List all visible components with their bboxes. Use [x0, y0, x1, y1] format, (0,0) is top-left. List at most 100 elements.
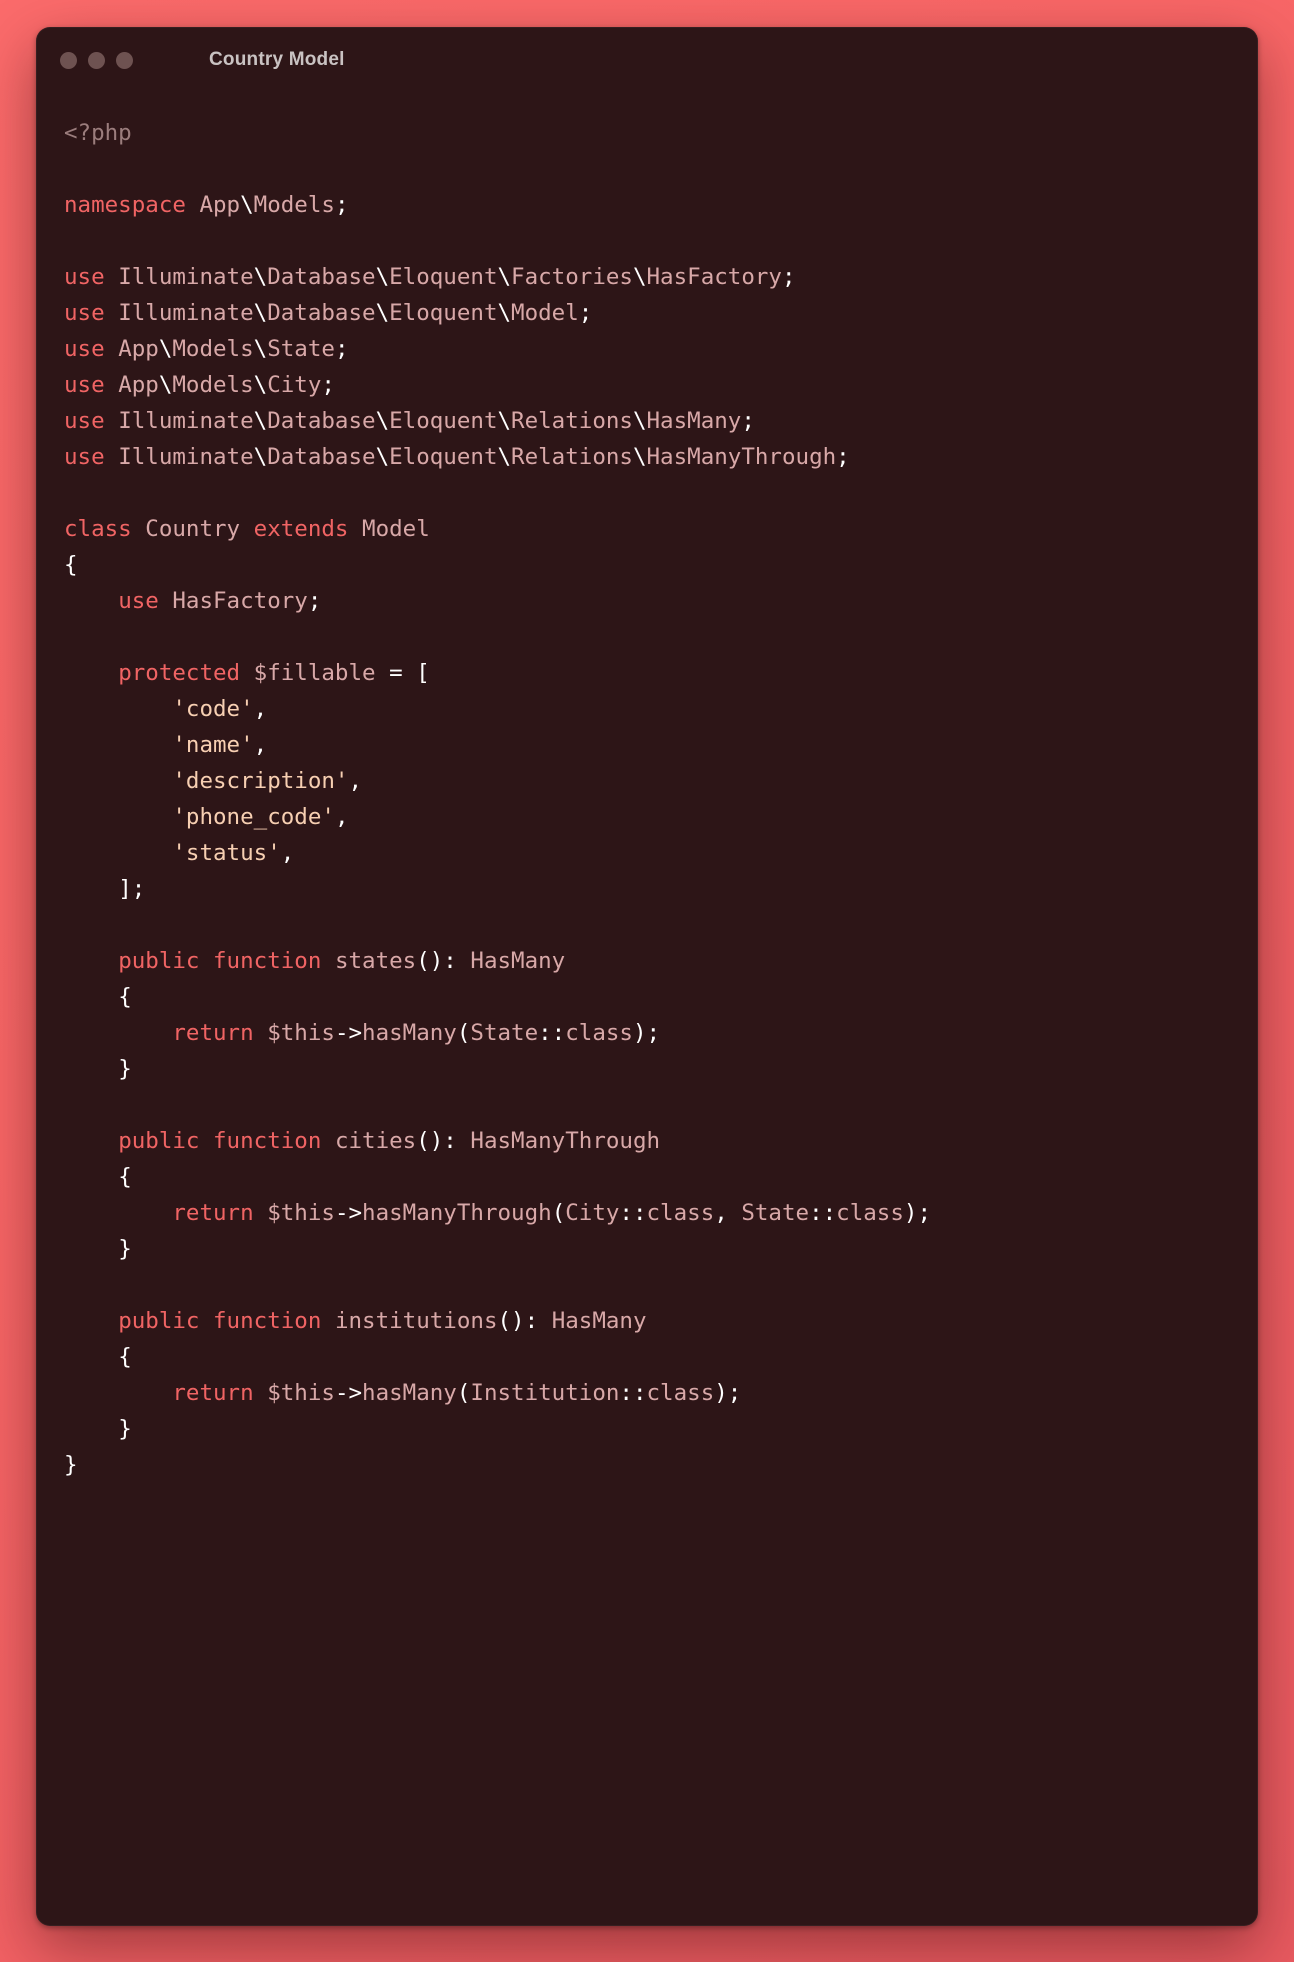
code-token: , [334, 804, 349, 830]
code-token: use [64, 264, 105, 290]
window-titlebar[interactable]: Country Model [36, 27, 1258, 93]
code-token: App [118, 336, 159, 362]
code-line: return $this->hasManyThrough(City::class… [64, 1195, 1230, 1231]
code-token: \ [497, 408, 512, 434]
code-token: 'code' [172, 696, 254, 722]
code-token: use [118, 588, 159, 614]
code-token: $fillable [253, 660, 376, 686]
code-token: ; [334, 336, 349, 362]
code-line: return $this->hasMany(State::class); [64, 1015, 1230, 1051]
code-token: \ [497, 264, 512, 290]
code-line: } [64, 1411, 1230, 1447]
code-token: \ [632, 264, 647, 290]
code-token: State [470, 1020, 539, 1046]
code-line: { [64, 979, 1230, 1015]
minimize-button-icon[interactable] [88, 51, 105, 69]
code-token: ; [741, 408, 755, 434]
code-line: ]; [64, 871, 1230, 907]
code-line: } [64, 1447, 1230, 1483]
code-token: , [348, 768, 363, 794]
code-token: function [213, 1128, 322, 1154]
code-line: use App\Models\City; [64, 367, 1230, 403]
code-token: \ [632, 444, 647, 470]
code-line: { [64, 1339, 1230, 1375]
code-token: ); [714, 1380, 742, 1406]
code-token: \ [375, 300, 390, 326]
code-token: use [64, 336, 105, 362]
code-token: HasMany [551, 1308, 647, 1334]
code-line: } [64, 1051, 1230, 1087]
code-token: App [199, 192, 241, 218]
code-token: } [118, 1416, 132, 1442]
code-line: { [64, 1159, 1230, 1195]
code-token: 'status' [172, 840, 281, 866]
code-token: ; [781, 264, 796, 290]
code-token: { [118, 984, 132, 1010]
code-token: Illuminate [118, 444, 254, 470]
maximize-button-icon[interactable] [116, 51, 133, 69]
code-token: \ [253, 408, 268, 434]
code-token: use [64, 372, 105, 398]
code-token: return [172, 1020, 254, 1046]
code-token: institutions [334, 1308, 498, 1334]
code-token: public [118, 1308, 200, 1334]
desktop-background: Country Model <?php namespace App\Models… [0, 0, 1294, 1962]
code-token: City [267, 372, 322, 398]
code-token: Database [267, 264, 376, 290]
code-token: Eloquent [389, 300, 498, 326]
code-token: 'phone_code' [172, 804, 335, 830]
code-token: \ [253, 444, 268, 470]
code-token: use [64, 300, 105, 326]
code-token: Eloquent [389, 408, 498, 434]
code-token: } [118, 1056, 132, 1082]
code-token: use [64, 408, 105, 434]
code-token: 'name' [172, 732, 254, 758]
code-token: = [389, 660, 403, 686]
code-token: , [253, 696, 268, 722]
code-token: Model [362, 516, 430, 542]
code-token: -> [334, 1020, 363, 1046]
code-token: Models [172, 336, 254, 362]
code-token: , [280, 840, 295, 866]
code-editor-area[interactable]: <?php namespace App\Models; use Illumina… [36, 93, 1258, 1926]
code-token: App [118, 372, 159, 398]
code-token: ( [551, 1200, 566, 1226]
code-token: ; [334, 192, 349, 218]
code-token: :: [538, 1020, 566, 1046]
code-token: } [118, 1236, 132, 1262]
code-token: { [64, 552, 78, 578]
code-token: , [253, 732, 268, 758]
code-token: $this [267, 1200, 335, 1226]
code-token: states [334, 948, 417, 974]
code-line: use Illuminate\Database\Eloquent\Relatio… [64, 439, 1230, 475]
code-token: \ [375, 444, 390, 470]
code-token: ; [578, 300, 593, 326]
code-token: hasManyThrough [362, 1200, 552, 1226]
code-token: { [118, 1344, 132, 1370]
close-button-icon[interactable] [60, 51, 77, 69]
code-token: :: [809, 1200, 837, 1226]
code-line: use Illuminate\Database\Eloquent\Factori… [64, 259, 1230, 295]
code-line: namespace App\Models; [64, 187, 1230, 223]
code-token: ); [632, 1020, 661, 1046]
code-token: ]; [118, 876, 146, 902]
